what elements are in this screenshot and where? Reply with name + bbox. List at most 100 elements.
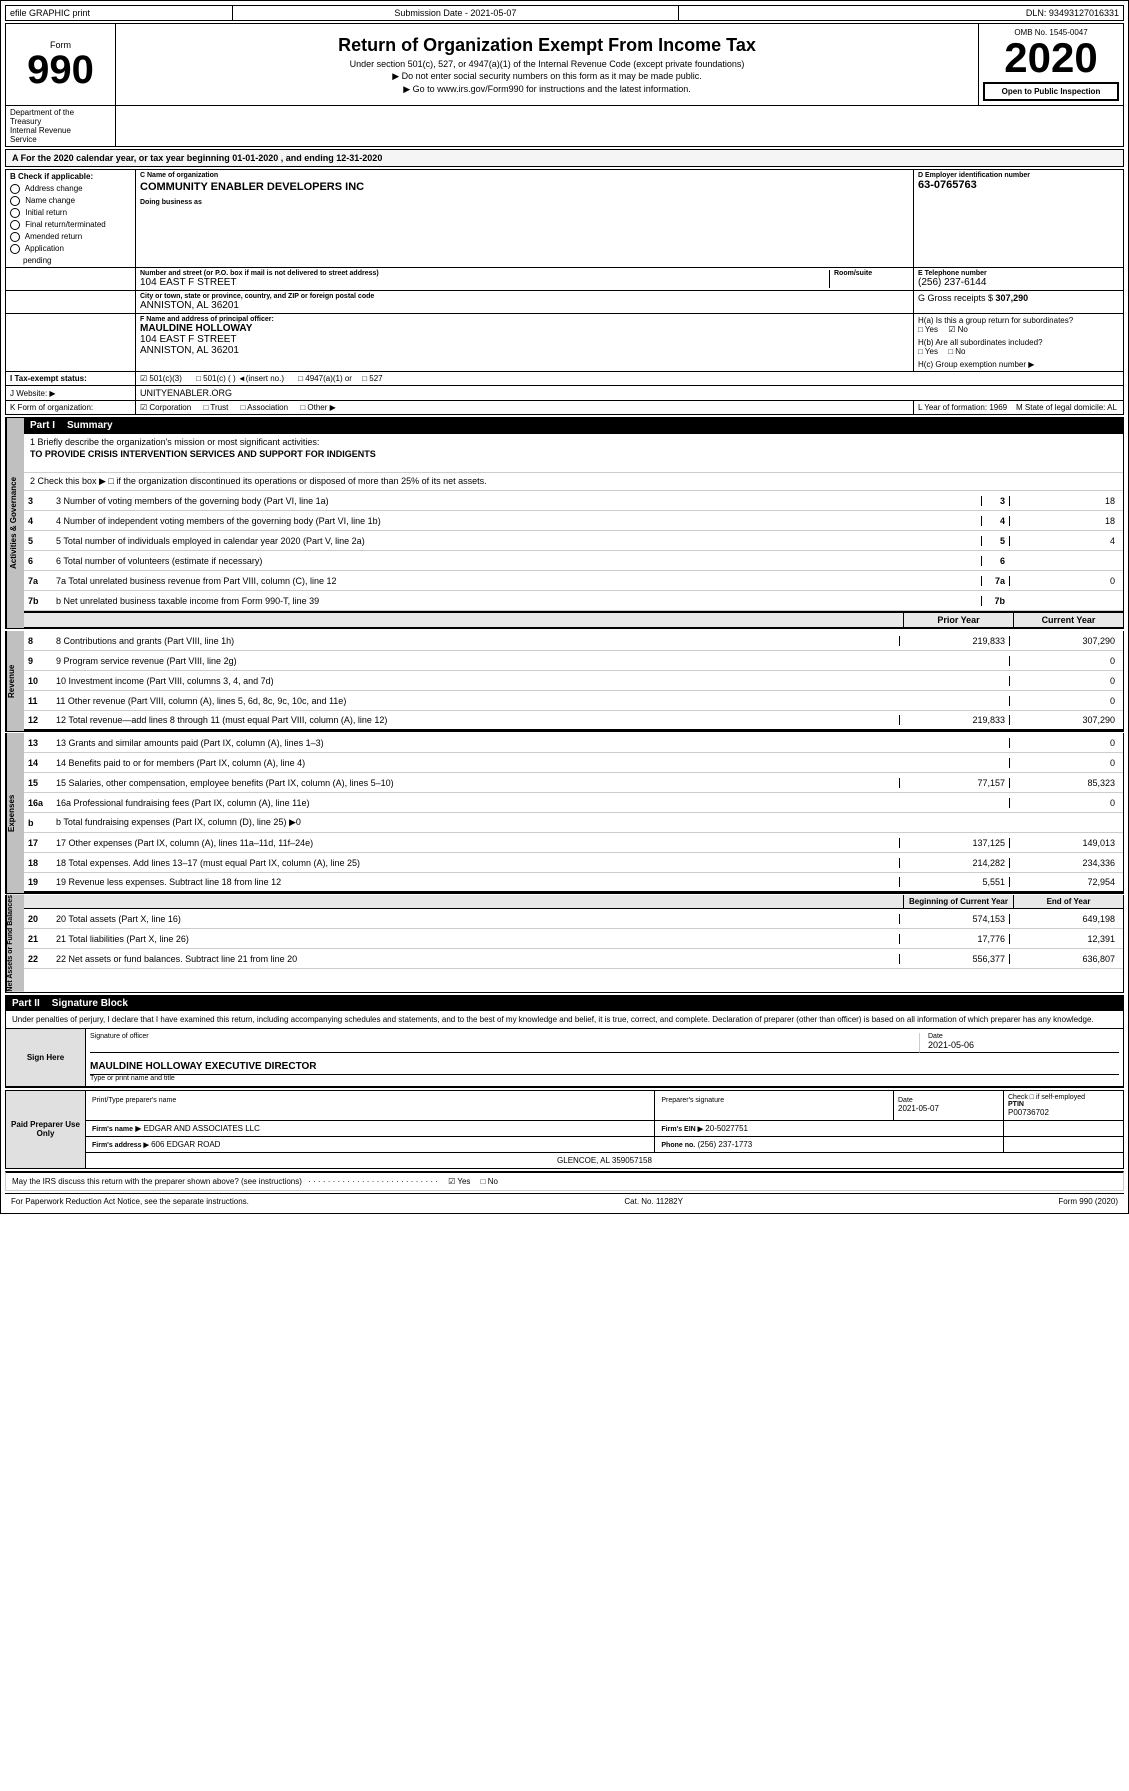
date2-value: 2021-05-07 bbox=[898, 1104, 999, 1113]
firm-ein-row: Firm's EIN ▶ 20-5027751 bbox=[655, 1120, 1004, 1136]
date-label: Date bbox=[928, 1033, 1119, 1040]
tax-501c3: ☑ 501(c)(3) bbox=[140, 374, 182, 383]
bottom-footer: For Paperwork Reduction Act Notice, see … bbox=[5, 1193, 1124, 1209]
net-assets-side-label: Net Assets or Fund Balances bbox=[6, 895, 24, 992]
revenue-side-label: Revenue bbox=[6, 631, 24, 731]
line8-row: 8 8 Contributions and grants (Part VIII,… bbox=[24, 631, 1123, 651]
line3-box: 3 bbox=[981, 496, 1009, 506]
line5-value: 4 bbox=[1009, 536, 1119, 546]
city-col: City or town, state or province, country… bbox=[136, 291, 914, 314]
line18-current: 234,336 bbox=[1009, 858, 1119, 868]
ein-col: D Employer identification number 63-0765… bbox=[914, 170, 1124, 268]
principal-col: F Name and address of principal officer:… bbox=[136, 314, 914, 372]
ha-no-label: ☑ No bbox=[948, 325, 968, 334]
application-row: Application bbox=[10, 244, 131, 254]
line22-row: 22 22 Net assets or fund balances. Subtr… bbox=[24, 949, 1123, 969]
dept-info: Department of the Treasury Internal Reve… bbox=[6, 106, 116, 147]
phone-col: E Telephone number (256) 237-6144 bbox=[914, 268, 1124, 291]
part2-subtitle: Signature Block bbox=[52, 998, 128, 1009]
association-cb: □ Association bbox=[241, 403, 289, 412]
ha-row: H(a) Is this a group return for subordin… bbox=[918, 316, 1119, 334]
tax-4947: □ 4947(a)(1) or bbox=[298, 374, 352, 383]
line2-row: 2 Check this box ▶ □ if the organization… bbox=[24, 473, 1123, 491]
website-value-cell: UNITYENABLER.ORG bbox=[136, 386, 1124, 401]
line16a-row: 16a 16a Professional fundraising fees (P… bbox=[24, 793, 1123, 813]
final-return-row: Final return/terminated bbox=[10, 220, 131, 230]
final-return-label: Final return/terminated bbox=[25, 220, 105, 229]
date-value: 2021-05-06 bbox=[928, 1040, 1119, 1050]
address-change-radio bbox=[10, 184, 20, 194]
line11-row: 11 11 Other revenue (Part VIII, column (… bbox=[24, 691, 1123, 711]
line8-current: 307,290 bbox=[1009, 636, 1119, 646]
line20-current: 649,198 bbox=[1009, 914, 1119, 924]
line7a-desc: 7a Total unrelated business revenue from… bbox=[56, 576, 871, 586]
line22-desc: 22 Net assets or fund balances. Subtract… bbox=[56, 954, 899, 964]
tax-label: I Tax-exempt status: bbox=[10, 374, 87, 383]
line13-row: 13 13 Grants and similar amounts paid (P… bbox=[24, 733, 1123, 753]
line4-box: 4 bbox=[981, 516, 1009, 526]
line13-num: 13 bbox=[28, 738, 56, 748]
line7a-box: 7a bbox=[981, 576, 1009, 586]
dln-number: DLN: 93493127016331 bbox=[679, 6, 1123, 20]
rev-spacer bbox=[24, 613, 903, 627]
gross-col: G Gross receipts $ 307,290 bbox=[914, 291, 1124, 314]
org-info-table: B Check if applicable: Address change Na… bbox=[5, 169, 1124, 415]
line7b-box: 7b bbox=[981, 596, 1009, 606]
date2-label: Date bbox=[898, 1097, 999, 1104]
line22-current: 636,807 bbox=[1009, 954, 1119, 964]
line1-row: 1 Briefly describe the organization's mi… bbox=[24, 434, 1123, 473]
firm-phone-row: Phone no. (256) 237-1773 bbox=[655, 1136, 1004, 1152]
line11-num: 11 bbox=[28, 696, 56, 706]
may-discuss-dots: · · · · · · · · · · · · · · · · · · · · … bbox=[308, 1177, 438, 1186]
initial-return-radio bbox=[10, 208, 20, 218]
line6-num: 6 bbox=[28, 556, 56, 566]
principal-address: 104 EAST F STREET bbox=[140, 334, 909, 345]
ha-yes-label: □ Yes bbox=[918, 325, 938, 334]
line21-desc: 21 Total liabilities (Part X, line 26) bbox=[56, 934, 899, 944]
line17-num: 17 bbox=[28, 838, 56, 848]
expenses-section: Expenses 13 13 Grants and similar amount… bbox=[5, 733, 1124, 894]
d-label: D Employer identification number bbox=[918, 172, 1119, 179]
line17-desc: 17 Other expenses (Part IX, column (A), … bbox=[56, 838, 899, 848]
website-label-cell: J Website: ▶ bbox=[6, 386, 136, 401]
state-value: AL bbox=[1107, 403, 1117, 412]
line20-desc: 20 Total assets (Part X, line 16) bbox=[56, 914, 899, 924]
net-assets-body: Beginning of Current Year End of Year 20… bbox=[24, 895, 1123, 992]
name-change-row: Name change bbox=[10, 196, 131, 206]
line21-current: 12,391 bbox=[1009, 934, 1119, 944]
address-change-row: Address change bbox=[10, 184, 131, 194]
date2-col: Date 2021-05-07 bbox=[894, 1090, 1004, 1120]
line19-num: 19 bbox=[28, 877, 56, 887]
expenses-body: 13 13 Grants and similar amounts paid (P… bbox=[24, 733, 1123, 893]
efile-label: efile GRAPHIC print bbox=[6, 6, 233, 20]
address-value: 104 EAST F STREET bbox=[140, 277, 825, 288]
line3-num: 3 bbox=[28, 496, 56, 506]
check-ptin-col: Check □ if self-employed PTIN P00736702 bbox=[1004, 1090, 1124, 1120]
preparer-table: Paid Preparer Use Only Print/Type prepar… bbox=[5, 1090, 1124, 1169]
form-subtitle1: Under section 501(c), 527, or 4947(a)(1)… bbox=[124, 59, 970, 69]
line14-num: 14 bbox=[28, 758, 56, 768]
amended-return-label: Amended return bbox=[25, 232, 82, 241]
line13-current: 0 bbox=[1009, 738, 1119, 748]
firm-city-row: GLENCOE, AL 359057158 bbox=[86, 1152, 1124, 1168]
tax-501c: □ 501(c) ( ) ◄(insert no.) bbox=[196, 374, 284, 383]
net-assets-section: Net Assets or Fund Balances Beginning of… bbox=[5, 895, 1124, 993]
phone-label: E Telephone number bbox=[918, 270, 1119, 277]
line7b-desc: b Net unrelated business taxable income … bbox=[56, 596, 871, 606]
line11-current: 0 bbox=[1009, 696, 1119, 706]
firm-address-label: Firm's address ▶ bbox=[92, 1142, 149, 1149]
firm-name-label: Firm's name bbox=[92, 1126, 133, 1133]
line14-desc: 14 Benefits paid to or for members (Part… bbox=[56, 758, 899, 768]
dba-label: Doing business as bbox=[140, 199, 909, 206]
principal-label: F Name and address of principal officer: bbox=[140, 316, 909, 323]
may-discuss-text: May the IRS discuss this return with the… bbox=[12, 1177, 302, 1186]
firm-ein-label: Firm's EIN ▶ bbox=[661, 1126, 703, 1133]
line18-prior: 214,282 bbox=[899, 858, 1009, 868]
firm-address-value: 606 EDGAR ROAD bbox=[151, 1140, 220, 1149]
line22-prior: 556,377 bbox=[899, 954, 1009, 964]
room-value bbox=[834, 277, 909, 288]
line12-num: 12 bbox=[28, 715, 56, 725]
line7a-value: 0 bbox=[1009, 576, 1119, 586]
main-header: Form 990 Return of Organization Exempt F… bbox=[5, 23, 1124, 147]
address-label: Number and street (or P.O. box if mail i… bbox=[140, 270, 825, 277]
